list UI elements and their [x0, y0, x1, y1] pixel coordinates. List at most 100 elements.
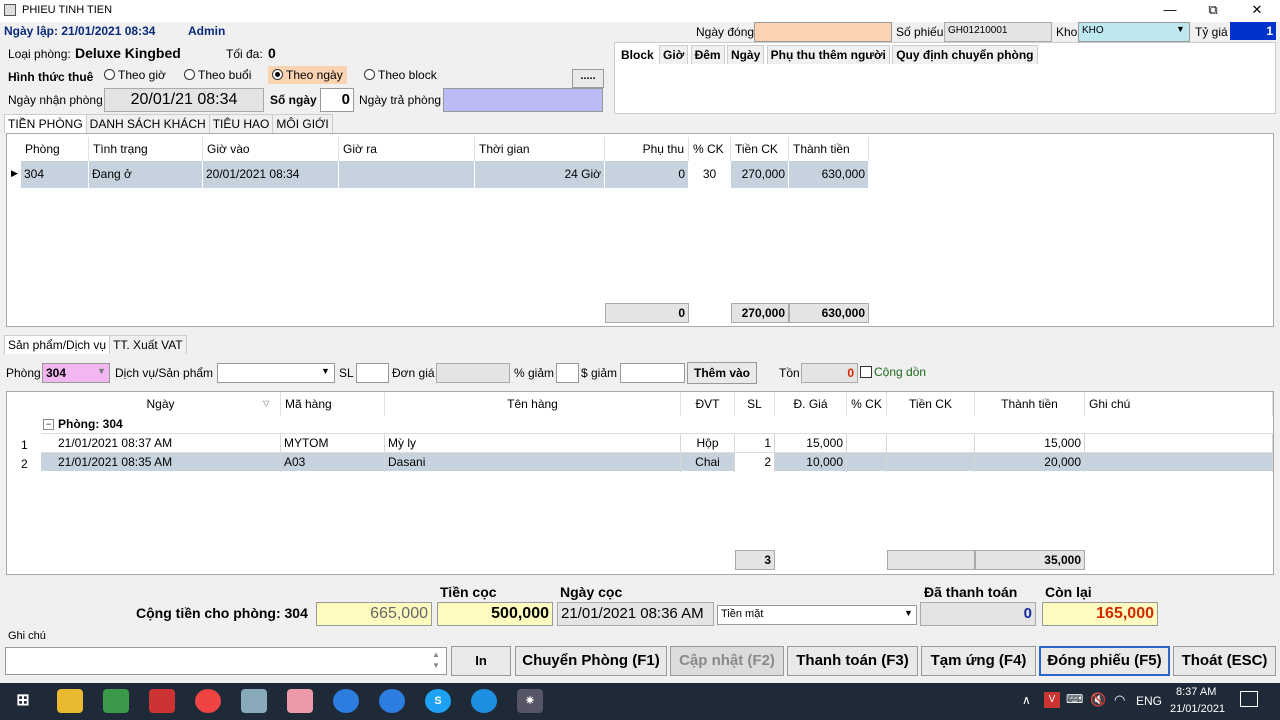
radio-by-block[interactable]: Theo block — [364, 68, 437, 82]
clock-date[interactable]: 21/01/2021 — [1170, 703, 1225, 715]
tab-block[interactable]: Block — [618, 46, 657, 64]
radio-by-session[interactable]: Theo buổi — [184, 68, 251, 82]
notification-icon[interactable] — [1240, 691, 1258, 707]
print-button[interactable]: In — [451, 646, 511, 676]
add-button[interactable]: Thêm vào — [687, 362, 757, 384]
col-header[interactable]: % CK — [847, 392, 887, 416]
qty-field[interactable] — [356, 363, 389, 383]
exit-button[interactable]: Thoát (ESC) — [1173, 646, 1276, 676]
cell-discount-pct[interactable]: 30 — [689, 161, 731, 188]
warehouse-select[interactable]: KHO — [1078, 22, 1190, 42]
col-header[interactable]: Phòng — [21, 137, 89, 161]
tab-transfer-rules[interactable]: Quy định chuyển phòng — [892, 45, 1038, 64]
windows-start-icon[interactable]: ⊞ — [10, 689, 36, 713]
filter-icon[interactable]: ▽ — [263, 399, 269, 408]
tab-consumption[interactable]: TIÊU HAO — [208, 114, 274, 133]
rate-field[interactable]: 1 — [1230, 22, 1276, 40]
tab-guest-list[interactable]: DANH SÁCH KHÁCH — [85, 114, 210, 133]
app-icon[interactable] — [103, 689, 129, 713]
checkout-field[interactable] — [443, 88, 603, 112]
table-row[interactable]: 21/01/2021 08:37 AM MYTOM Mỳ ly Hộp 1 15… — [41, 433, 1273, 453]
update-button[interactable]: Cập nhật (F2) — [670, 646, 784, 676]
advance-button[interactable]: Tạm ứng (F4) — [921, 646, 1036, 676]
tab-products[interactable]: Sản phẩm/Dịch vụ — [4, 335, 111, 354]
input-method-icon[interactable]: ⌨ — [1066, 692, 1083, 706]
service-grid: Ngày Mã hàng Tên hàng ĐVT SL Đ. Giá % CK… — [6, 391, 1274, 575]
col-header[interactable]: Thành tiền — [975, 392, 1085, 416]
tab-vat[interactable]: TT. Xuất VAT — [109, 335, 187, 354]
chrome-icon[interactable] — [195, 689, 221, 713]
radio-by-day[interactable]: Theo ngày — [268, 66, 347, 84]
amount-discount-field[interactable] — [620, 363, 685, 383]
col-header[interactable]: SL — [735, 392, 775, 416]
hotel-app-icon[interactable]: ✷ — [517, 689, 543, 713]
tab-broker[interactable]: MÔI GIỚI — [272, 114, 333, 133]
chevron-down-icon[interactable]: ▼ — [321, 366, 330, 376]
clock-time[interactable]: 8:37 AM — [1176, 686, 1216, 698]
col-header[interactable]: Tên hàng — [385, 392, 681, 416]
col-header[interactable]: Giờ ra — [339, 137, 475, 161]
tab-extra-person[interactable]: Phụ thu thêm người — [766, 45, 890, 64]
more-button[interactable]: ..... — [572, 69, 604, 88]
antivirus-icon[interactable]: V — [1044, 692, 1060, 708]
col-header[interactable]: Tiền CK — [731, 137, 789, 161]
chevron-down-icon[interactable]: ▼ — [97, 366, 106, 376]
language-indicator[interactable]: ENG — [1136, 694, 1162, 708]
col-header[interactable]: Ghi chú — [1085, 392, 1273, 416]
checkout-button[interactable]: Thanh toán (F3) — [787, 646, 918, 676]
accumulate-checkbox[interactable] — [860, 366, 872, 378]
zalo-icon[interactable] — [333, 689, 359, 713]
table-row[interactable]: 304 Đang ở 20/01/2021 08:34 24 Giờ 0 30 … — [21, 161, 869, 188]
chevron-down-icon[interactable]: ▼ — [1176, 24, 1185, 34]
radio-label: Theo giờ — [118, 68, 166, 82]
tab-day[interactable]: Ngày — [726, 45, 765, 64]
app-icon[interactable] — [149, 689, 175, 713]
app-icon[interactable] — [379, 689, 405, 713]
deposit-date-label: Ngày cọc — [560, 584, 623, 600]
service-select[interactable] — [217, 363, 335, 383]
pct-discount-field[interactable] — [556, 363, 579, 383]
tab-hour[interactable]: Giờ — [659, 45, 689, 64]
radio-by-hour[interactable]: Theo giờ — [104, 68, 166, 82]
warehouse-label: Kho — [1056, 25, 1078, 39]
collapse-icon[interactable]: − — [43, 419, 54, 430]
col-header[interactable]: Mã hàng — [281, 392, 385, 416]
tab-room-charge[interactable]: TIỀN PHÒNG — [4, 114, 87, 133]
spin-arrows-icon[interactable]: ▲ ▼ — [432, 649, 440, 671]
note-field[interactable] — [5, 647, 447, 675]
chevron-down-icon[interactable]: ▼ — [904, 608, 913, 618]
close-button[interactable]: ✕ — [1237, 0, 1277, 22]
cell-qty[interactable]: 1 — [735, 434, 775, 453]
col-header[interactable]: Ngày — [41, 392, 281, 416]
tray-chevron-icon[interactable]: ∧ — [1022, 693, 1031, 707]
col-header[interactable]: Thời gian — [475, 137, 605, 161]
checkin-field: 20/01/21 08:34 — [104, 88, 264, 112]
col-header[interactable]: ĐVT — [681, 392, 735, 416]
col-header[interactable]: Giờ vào — [203, 137, 339, 161]
tab-night[interactable]: Đêm — [690, 45, 725, 64]
days-field[interactable]: 0 — [320, 88, 354, 112]
close-ticket-button[interactable]: Đóng phiếu (F5) — [1039, 646, 1170, 676]
wifi-icon[interactable]: ◠ — [1114, 692, 1125, 708]
payment-method-select[interactable]: Tiền mặt — [717, 605, 917, 625]
col-header[interactable]: Tiền CK — [887, 392, 975, 416]
volume-icon[interactable]: 🔇 — [1090, 692, 1106, 708]
col-header[interactable]: Thành tiền — [789, 137, 869, 161]
maximize-button[interactable]: ⧉ — [1193, 0, 1233, 22]
table-row[interactable]: 21/01/2021 08:35 AM A03 Dasani Chai 2 10… — [41, 452, 1273, 472]
close-date-field[interactable] — [754, 22, 892, 42]
col-header[interactable]: Phụ thu — [605, 137, 689, 161]
skype-icon[interactable]: S — [425, 689, 451, 713]
transfer-room-button[interactable]: Chuyển Phòng (F1) — [515, 646, 667, 676]
deposit-field[interactable]: 500,000 — [437, 602, 553, 626]
app-icon[interactable] — [241, 689, 267, 713]
teamviewer-icon[interactable] — [471, 689, 497, 713]
minimize-button[interactable]: — — [1150, 0, 1190, 22]
cell-unit: Hộp — [681, 434, 735, 453]
file-explorer-icon[interactable] — [57, 689, 83, 713]
col-header[interactable]: % CK — [689, 137, 731, 161]
col-header[interactable]: Tình trạng — [89, 137, 203, 161]
cell-qty[interactable]: 2 — [735, 453, 775, 472]
app-icon[interactable] — [287, 689, 313, 713]
col-header[interactable]: Đ. Giá — [775, 392, 847, 416]
